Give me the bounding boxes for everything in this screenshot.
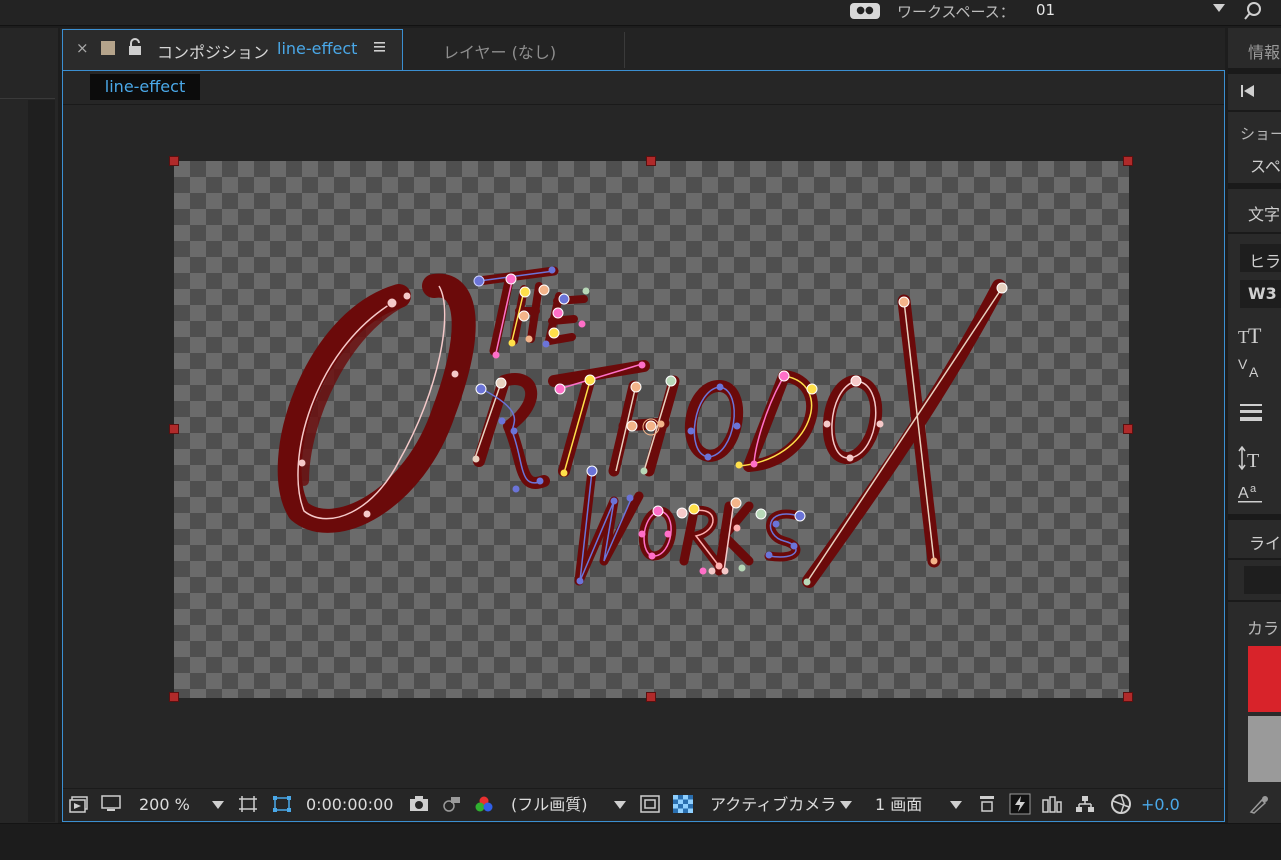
tab-layer[interactable]: レイヤー (なし) [443, 39, 556, 63]
chevron-down-icon[interactable] [212, 801, 224, 809]
transform-handle-top-right[interactable] [1123, 156, 1133, 166]
transform-handle-bottom[interactable] [646, 692, 656, 702]
close-icon[interactable]: × [76, 39, 89, 57]
fill-color-swatch[interactable] [1248, 646, 1281, 712]
tab-composition-name: line-effect [277, 39, 358, 58]
camera-select[interactable]: アクティブカメラ [710, 795, 836, 815]
chevron-down-icon[interactable] [1213, 4, 1225, 12]
line-panel-tab[interactable]: ライ [1249, 530, 1281, 554]
line-field[interactable] [1244, 566, 1281, 594]
workspace-bar [0, 0, 1281, 26]
svg-text:T: T [1248, 324, 1262, 348]
svg-text:V: V [1238, 356, 1248, 372]
character-panel-tab[interactable]: 文字 [1248, 201, 1280, 225]
space-select[interactable]: スペ [1250, 153, 1281, 177]
svg-text:a: a [1250, 483, 1257, 495]
monitor-icon[interactable] [101, 795, 121, 813]
project-panel [0, 28, 58, 823]
transform-handle-top-left[interactable] [169, 156, 179, 166]
label-color-swatch[interactable] [101, 41, 115, 55]
mask-path-icon[interactable] [272, 795, 292, 813]
exposure-value[interactable]: +0.0 [1141, 795, 1180, 815]
channel-colors-icon[interactable] [474, 795, 494, 813]
breadcrumb-item[interactable]: line-effect [90, 74, 200, 100]
transform-handle-top[interactable] [646, 156, 656, 166]
timecode-display[interactable]: 0:00:00:00 [306, 795, 393, 815]
skip-to-start-icon[interactable] [1238, 82, 1258, 100]
svg-text:A: A [1238, 485, 1249, 502]
transparency-grid-icon[interactable] [673, 795, 693, 813]
lettering-artwork[interactable] [174, 161, 1129, 698]
color-label: カラ [1247, 619, 1280, 638]
region-of-interest-icon[interactable] [238, 795, 258, 813]
font-size-icon[interactable]: T T [1238, 324, 1266, 348]
stroke-color-swatch[interactable] [1248, 716, 1281, 782]
exposure-reset-icon[interactable] [1110, 793, 1132, 815]
font-style-value: W3 [1248, 284, 1277, 303]
resolution-select[interactable]: (フル画質) [511, 795, 588, 815]
flowchart-icon[interactable] [1075, 795, 1095, 813]
camera-snapshot-icon[interactable] [409, 795, 429, 813]
transform-handle-bottom-left[interactable] [169, 692, 179, 702]
info-panel-tab[interactable]: 情報 [1248, 39, 1280, 63]
chevron-down-icon[interactable] [840, 801, 852, 809]
search-icon[interactable] [1243, 1, 1263, 21]
show-label: ショー [1240, 125, 1281, 143]
show-snapshot-icon[interactable] [441, 795, 461, 813]
workspace-select[interactable]: 01 [1036, 1, 1055, 19]
breadcrumb [63, 71, 1224, 105]
scrollbar[interactable] [28, 100, 55, 822]
lock-icon[interactable] [128, 38, 142, 56]
chevron-down-icon[interactable] [614, 801, 626, 809]
tab-composition-label: コンポジション [157, 43, 270, 62]
fast-preview-icon[interactable] [1009, 793, 1031, 815]
status-bar [0, 823, 1281, 860]
gamepad-icon[interactable]: ●● [850, 3, 880, 19]
svg-text:T: T [1247, 450, 1259, 470]
transform-handle-left[interactable] [169, 424, 179, 434]
zoom-select[interactable]: 200 % [139, 795, 190, 815]
preview-icon[interactable] [69, 795, 89, 813]
font-family-value: ヒラ [1249, 252, 1281, 271]
panel-menu-icon[interactable] [374, 42, 385, 52]
view-layout-select[interactable]: 1 画面 [875, 795, 922, 815]
fast-preview-region-icon[interactable] [640, 795, 660, 813]
baseline-shift-icon[interactable]: A a [1238, 480, 1266, 504]
stroke-width-icon[interactable] [1238, 400, 1266, 424]
vertical-scale-icon[interactable]: T [1238, 446, 1266, 470]
kerning-icon[interactable]: V A [1238, 356, 1266, 380]
timeline-icon[interactable] [1042, 795, 1062, 813]
svg-text:A: A [1249, 364, 1259, 380]
workspace-label: ワークスペース： [897, 3, 1015, 21]
transform-handle-bottom-right[interactable] [1123, 692, 1133, 702]
pixel-aspect-icon[interactable] [977, 795, 997, 813]
transform-handle-right[interactable] [1123, 424, 1133, 434]
tab-divider [624, 32, 625, 68]
eyedropper-icon[interactable] [1248, 794, 1270, 814]
chevron-down-icon[interactable] [950, 801, 962, 809]
